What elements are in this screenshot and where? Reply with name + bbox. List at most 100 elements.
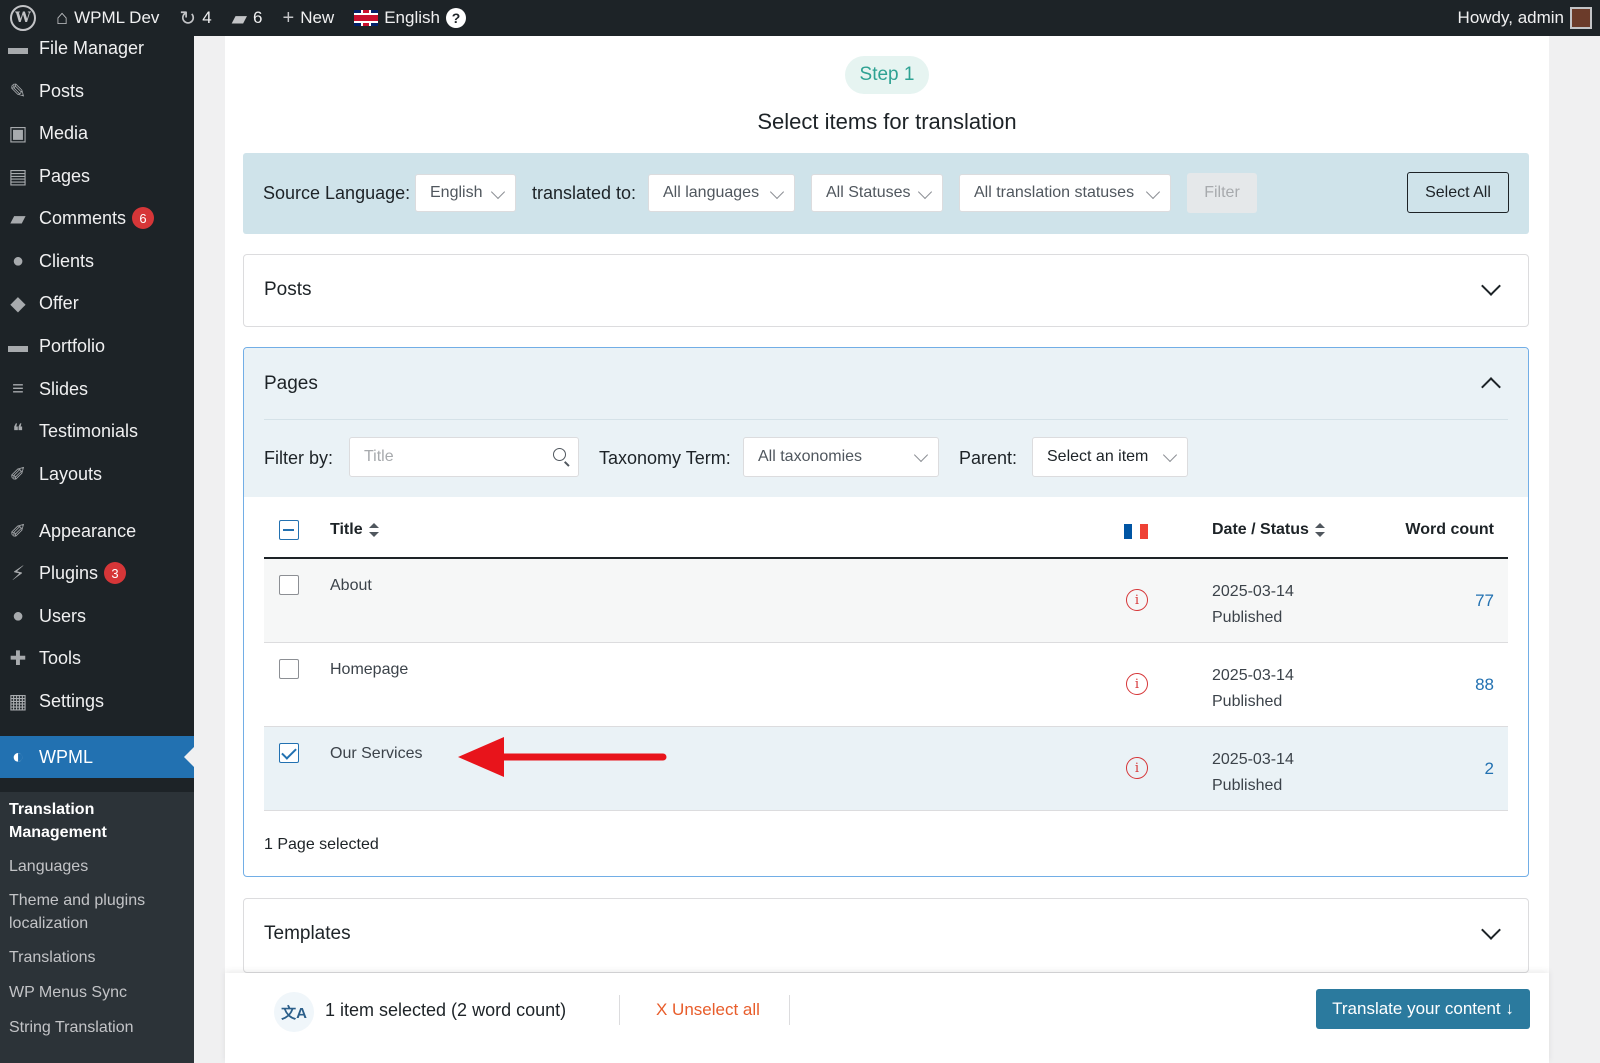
chevron-down-icon [1145, 184, 1161, 200]
updates-menu[interactable]: ↻ 4 [169, 0, 221, 36]
submenu-theme-plugins-localization[interactable]: Theme and plugins localization [0, 889, 194, 935]
parent-select[interactable]: Select an item [1032, 437, 1188, 477]
column-title[interactable]: Title [330, 521, 379, 539]
sidebar-item-label: Portfolio [39, 335, 106, 356]
taxonomy-select[interactable]: All taxonomies [743, 437, 939, 477]
folder-icon: ▬ [8, 334, 28, 357]
filter-bar: Source Language: English translated to: … [243, 153, 1529, 234]
chevron-down-icon [490, 184, 506, 200]
info-icon[interactable]: i [1126, 589, 1148, 611]
sidebar-item-file-manager[interactable]: ▬ File Manager [0, 36, 194, 68]
tag-icon: ◆ [10, 292, 26, 315]
sort-icon [1314, 522, 1325, 537]
target-language-value: All languages [663, 184, 760, 201]
submenu-translations[interactable]: Translations [0, 946, 194, 969]
sidebar-item-settings[interactable]: ▦ Settings [0, 681, 194, 721]
chevron-up-icon[interactable] [1481, 377, 1501, 397]
row-checkbox[interactable] [279, 659, 299, 679]
info-icon[interactable]: i [1126, 673, 1148, 695]
info-icon[interactable]: i [1126, 757, 1148, 779]
title-search-input[interactable] [350, 438, 540, 476]
sidebar-item-slides[interactable]: ≡ Slides [0, 369, 194, 409]
row-word-count[interactable]: 88 [1475, 675, 1494, 695]
templates-section[interactable]: Templates [243, 898, 1529, 973]
sidebar-item-tools[interactable]: ✚ Tools [0, 638, 194, 678]
brush-icon: ✐ [9, 520, 27, 543]
comments-badge: 6 [132, 207, 155, 229]
title-search-field[interactable] [349, 437, 579, 477]
comments-menu[interactable]: ▰ 6 [222, 0, 273, 36]
row-checkbox[interactable] [279, 575, 299, 595]
sidebar-item-label: Testimonials [39, 420, 139, 441]
filter-button[interactable]: Filter [1187, 173, 1257, 213]
sidebar-item-pages[interactable]: ▤ Pages [0, 156, 194, 196]
status-select[interactable]: All Statuses [811, 174, 943, 212]
row-title[interactable]: Our Services [330, 745, 422, 763]
column-date-status[interactable]: Date / Status [1212, 521, 1325, 539]
select-all-checkbox[interactable] [279, 520, 299, 540]
row-checkbox[interactable] [279, 743, 299, 763]
chevron-down-icon[interactable] [1481, 276, 1501, 296]
target-language-select[interactable]: All languages [648, 174, 795, 212]
pages-section-title: Pages [264, 373, 318, 394]
help-icon[interactable]: ? [445, 8, 466, 28]
site-name-menu[interactable]: ⌂ WPML Dev [46, 0, 169, 36]
chevron-down-icon [913, 447, 929, 463]
row-status: Published [1212, 777, 1283, 794]
translate-your-content-button[interactable]: Translate your content ↓ [1316, 989, 1530, 1029]
unselect-all-link[interactable]: X Unselect all [656, 1000, 760, 1020]
posts-section-title: Posts [264, 279, 312, 300]
sidebar-item-label: Users [39, 605, 87, 626]
sidebar-item-plugins[interactable]: ⚡ Plugins 3 [0, 553, 194, 593]
sidebar-item-clients[interactable]: ● Clients [0, 241, 194, 281]
sidebar-item-posts[interactable]: ✎ Posts [0, 71, 194, 111]
sidebar-item-label: Pages [39, 165, 91, 186]
search-icon [553, 448, 566, 461]
chevron-down-icon [917, 184, 933, 200]
brush-icon: ✐ [9, 463, 27, 486]
table-row: About i 2025-03-14 Published 77 [264, 559, 1508, 643]
source-language-select[interactable]: English [415, 174, 516, 212]
row-word-count[interactable]: 2 [1485, 759, 1494, 779]
sidebar-item-label: Slides [39, 378, 89, 399]
language-switcher[interactable]: English ? [344, 0, 476, 36]
plugins-badge: 3 [104, 562, 127, 584]
divider [789, 995, 790, 1025]
sidebar-item-offer[interactable]: ◆ Offer [0, 283, 194, 323]
chevron-down-icon[interactable] [1481, 920, 1501, 940]
page-icon: ▤ [8, 165, 28, 188]
sidebar-item-label: Comments [39, 207, 127, 228]
sidebar-item-layouts[interactable]: ✐ Layouts [0, 454, 194, 494]
submenu-translation-management[interactable]: Translation Management [0, 798, 194, 844]
sidebar-item-appearance[interactable]: ✐ Appearance [0, 511, 194, 551]
table-row: Homepage i 2025-03-14 Published 88 [264, 643, 1508, 727]
plus-icon: + [282, 6, 295, 29]
submenu-languages[interactable]: Languages [0, 855, 194, 878]
selection-summary: 1 item selected (2 word count) [325, 1000, 567, 1020]
sidebar-item-testimonials[interactable]: ❝ Testimonials [0, 411, 194, 451]
row-status: Published [1212, 693, 1283, 710]
row-title[interactable]: About [330, 577, 372, 595]
sidebar-item-media[interactable]: ▣ Media [0, 113, 194, 153]
selection-footer: 文A 1 item selected (2 word count) X Unse… [225, 973, 1549, 1063]
submenu-wp-menus-sync[interactable]: WP Menus Sync [0, 981, 194, 1004]
sidebar-item-users[interactable]: ● Users [0, 596, 194, 636]
account-menu[interactable]: Howdy, admin [1448, 0, 1600, 36]
wpml-submenu: Translation Management Languages Theme a… [0, 792, 194, 1063]
pages-table-header: Title Date / Status Word count [264, 497, 1508, 559]
new-content-menu[interactable]: + New [273, 0, 345, 36]
sidebar-item-portfolio[interactable]: ▬ Portfolio [0, 326, 194, 366]
sidebar-item-comments[interactable]: ▰ Comments 6 [0, 198, 194, 238]
row-title[interactable]: Homepage [330, 661, 408, 679]
submenu-string-translation[interactable]: String Translation [0, 1016, 194, 1039]
folder-icon: ▬ [8, 36, 28, 59]
row-word-count[interactable]: 77 [1475, 591, 1494, 611]
select-all-button[interactable]: Select All [1407, 172, 1509, 213]
posts-section[interactable]: Posts [243, 254, 1529, 327]
row-date: 2025-03-14 [1212, 751, 1294, 768]
sidebar-item-wpml[interactable]: ◐ WPML [0, 736, 194, 778]
admin-bar: W ⌂ WPML Dev ↻ 4 ▰ 6 + New English ? How… [0, 0, 1600, 36]
wp-logo-menu[interactable]: W [0, 0, 46, 36]
status-value: All Statuses [826, 184, 911, 201]
translation-status-select[interactable]: All translation statuses [959, 174, 1171, 212]
